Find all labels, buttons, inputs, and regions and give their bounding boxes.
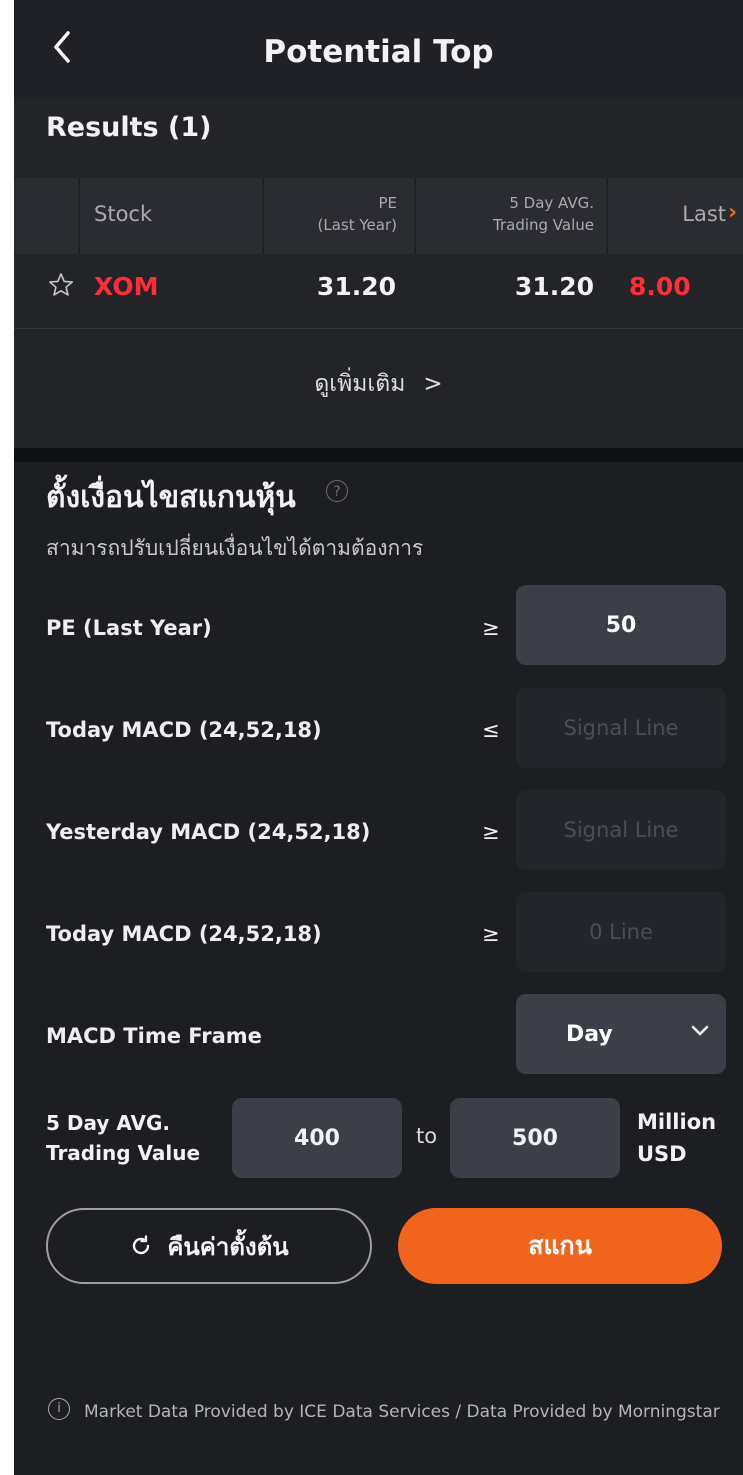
condition-label-today-macd: Today MACD (24,52,18): [46, 718, 322, 742]
last-price: 8.00: [629, 272, 691, 301]
see-more-label: ดูเพิ่มเติม: [314, 371, 406, 397]
table-row[interactable]: XOM 31.20 31.20 8.00: [14, 254, 743, 329]
app-header: Potential Top: [14, 0, 743, 98]
condition-operator: ≥: [482, 922, 500, 946]
scan-button-label: สแกน: [528, 1231, 592, 1260]
conditions-title: ตั้งเงื่อนไขสแกนหุ้น: [46, 480, 296, 515]
trading-value-label-line1: 5 Day AVG.: [46, 1111, 170, 1135]
reset-button-label: คืนค่าตั้งต้น: [167, 1232, 289, 1261]
today-macd-zero-field: 0 Line: [516, 892, 726, 972]
column-header-avg-line2: Trading Value: [493, 216, 594, 234]
yesterday-macd-signal-field: Signal Line: [516, 790, 726, 870]
condition-operator: ≤: [482, 718, 500, 742]
conditions-subtitle: สามารถปรับเปลี่ยนเงื่อนไขได้ตามต้องการ: [46, 536, 424, 560]
see-more-link[interactable]: ดูเพิ่มเติม >: [14, 366, 743, 402]
unit-line2: USD: [637, 1142, 687, 1166]
column-header-pe[interactable]: PE (Last Year): [262, 192, 397, 236]
pe-value: 31.20: [316, 272, 396, 301]
results-panel: Results (1) Stock PE (Last Year) 5 Day A…: [14, 98, 743, 448]
column-header-last[interactable]: Last: [634, 202, 726, 226]
unit-line1: Million: [637, 1110, 717, 1134]
timeframe-label: MACD Time Frame: [46, 1024, 262, 1048]
today-macd-signal-field: Signal Line: [516, 688, 726, 768]
reset-button[interactable]: คืนค่าตั้งต้น: [46, 1208, 372, 1284]
results-table-header: Stock PE (Last Year) 5 Day AVG. Trading …: [14, 178, 743, 254]
scan-button[interactable]: สแกน: [398, 1208, 722, 1284]
section-divider: [14, 448, 743, 462]
data-disclaimer: Market Data Provided by ICE Data Service…: [84, 1402, 720, 1422]
column-header-pe-line1: PE: [378, 194, 397, 212]
condition-operator: ≥: [482, 616, 500, 640]
column-header-avg-trading-value[interactable]: 5 Day AVG. Trading Value: [414, 192, 594, 236]
screen: Potential Top Results (1) Stock PE (Last…: [14, 0, 743, 1475]
trading-value-label: 5 Day AVG. Trading Value: [46, 1108, 200, 1168]
condition-operator: ≥: [482, 820, 500, 844]
avg-trading-value: 31.20: [514, 272, 594, 301]
stock-symbol[interactable]: XOM: [94, 272, 159, 301]
chevron-down-icon: [691, 1025, 709, 1036]
timeframe-select[interactable]: Day: [516, 994, 726, 1074]
results-title: Results (1): [46, 112, 212, 143]
column-header-stock[interactable]: Stock: [94, 202, 152, 226]
column-header-avg-line1: 5 Day AVG.: [509, 194, 594, 212]
refresh-icon: [133, 1235, 150, 1255]
scroll-right-icon[interactable]: ›: [728, 200, 737, 225]
timeframe-value: Day: [566, 1021, 613, 1047]
trading-value-min-input[interactable]: 400: [232, 1098, 402, 1178]
trading-value-unit: Million USD: [637, 1106, 716, 1170]
condition-label-today-macd-zero: Today MACD (24,52,18): [46, 922, 322, 946]
page-title: Potential Top: [263, 34, 494, 70]
trading-value-label-line2: Trading Value: [46, 1141, 201, 1165]
column-divider: [606, 178, 608, 254]
info-icon: i: [48, 1398, 70, 1420]
chevron-right-icon: >: [423, 371, 443, 397]
pe-input[interactable]: 50: [516, 585, 726, 665]
range-to-label: to: [416, 1124, 438, 1148]
condition-label-pe: PE (Last Year): [46, 616, 212, 640]
help-icon[interactable]: ?: [326, 480, 348, 502]
column-header-pe-line2: (Last Year): [317, 216, 397, 234]
condition-label-yesterday-macd: Yesterday MACD (24,52,18): [46, 820, 371, 844]
star-icon[interactable]: [48, 272, 74, 298]
trading-value-max-input[interactable]: 500: [450, 1098, 620, 1178]
column-divider: [78, 178, 80, 254]
